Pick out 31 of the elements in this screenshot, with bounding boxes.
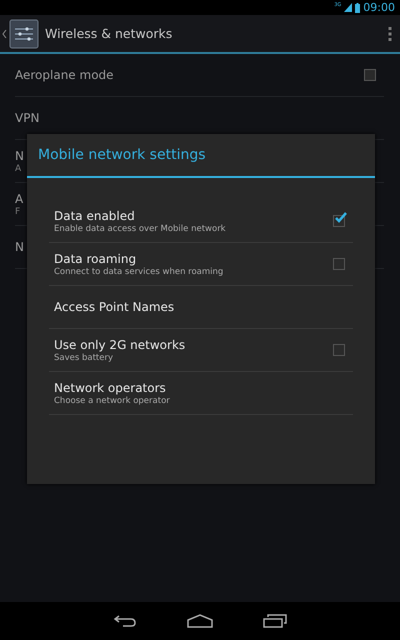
checkbox[interactable] — [333, 344, 345, 356]
checkbox[interactable] — [364, 69, 376, 81]
setting-title: Access Point Names — [54, 300, 174, 314]
setting-title: N — [15, 148, 24, 162]
checkbox[interactable] — [333, 258, 345, 270]
setting-summary: F — [15, 206, 20, 216]
back-caret-icon[interactable] — [2, 30, 7, 38]
recent-apps-icon[interactable] — [263, 614, 287, 628]
setting-title: Data roaming — [54, 252, 136, 266]
signal-icon — [344, 3, 352, 12]
checkbox[interactable] — [333, 215, 345, 227]
home-icon[interactable] — [187, 614, 213, 628]
setting-title: VPN — [15, 111, 40, 125]
setting-title: Data enabled — [54, 208, 135, 222]
setting-summary: Connect to data services when roaming — [54, 266, 224, 276]
setting-title: N — [15, 240, 24, 254]
clock: 09:00 — [363, 1, 395, 14]
overflow-menu-icon[interactable] — [388, 26, 392, 40]
back-icon[interactable] — [113, 614, 137, 628]
setting-title: A — [15, 192, 24, 206]
settings-app-icon[interactable] — [9, 18, 39, 48]
dialog-title: Mobile network settings — [27, 134, 375, 178]
screen-title: Wireless & networks — [45, 26, 174, 41]
setting-summary: Enable data access over Mobile network — [54, 224, 226, 234]
setting-title: Use only 2G networks — [54, 338, 186, 352]
setting-title: Aeroplane mode — [15, 68, 114, 82]
battery-icon — [355, 2, 360, 12]
setting-summary: Saves battery — [54, 352, 114, 362]
setting-title: Network operators — [54, 380, 166, 394]
setting-summary: Choose a network operator — [54, 396, 170, 406]
setting-summary: A — [15, 164, 22, 174]
